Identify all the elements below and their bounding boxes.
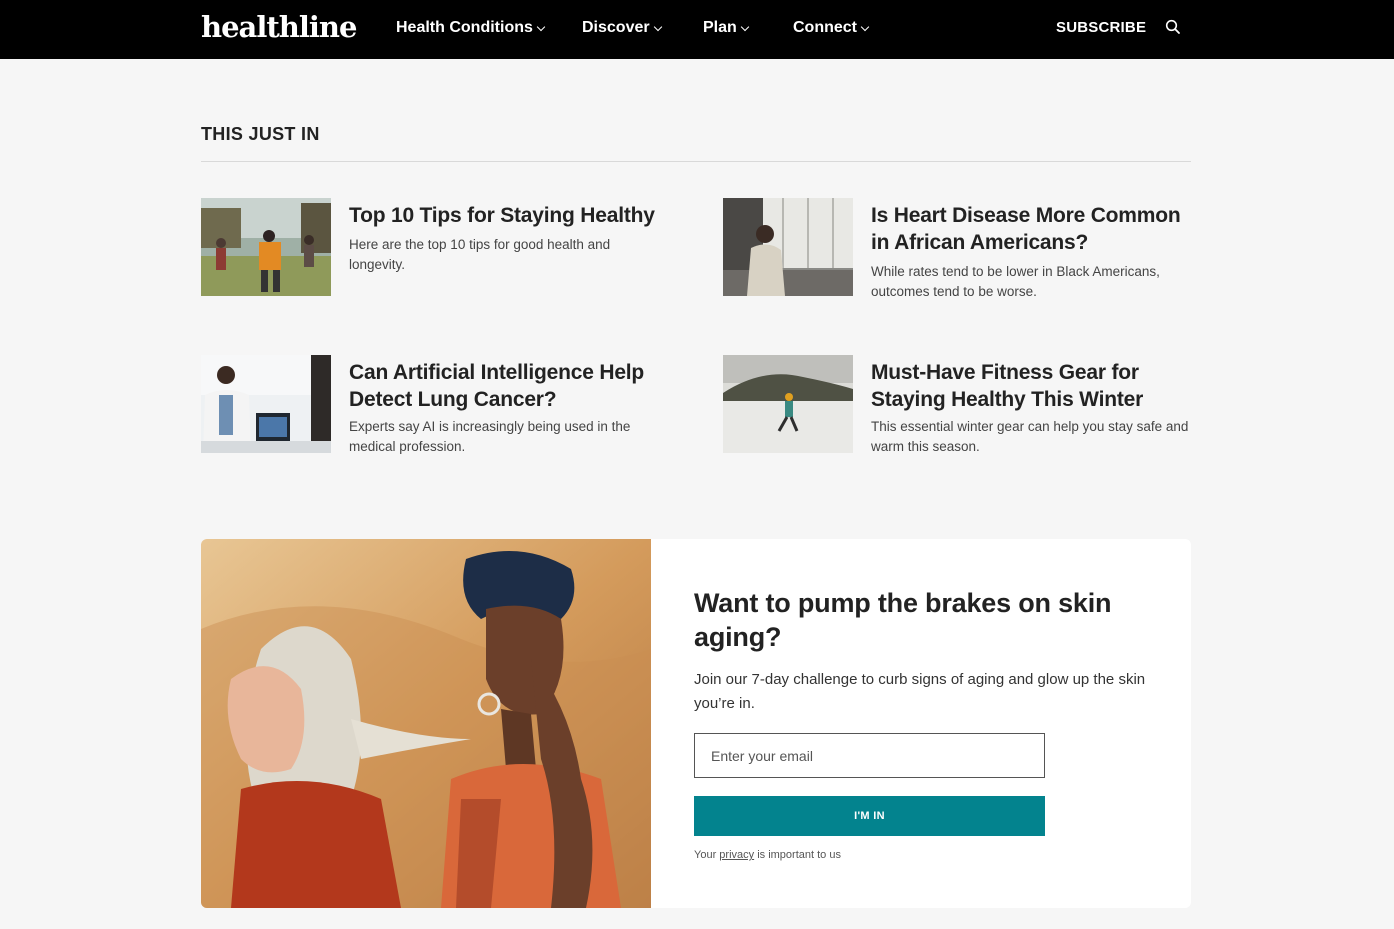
article-card[interactable]: Must-Have Fitness Gear for Staying Healt… bbox=[723, 355, 1193, 455]
nav-label: Discover bbox=[582, 19, 650, 36]
nav-connect[interactable]: Connect bbox=[793, 19, 870, 37]
subscribe-button[interactable]: SUBSCRIBE bbox=[1056, 19, 1146, 36]
promo-title: Want to pump the brakes on skin aging? bbox=[694, 588, 1112, 652]
article-thumbnail[interactable] bbox=[201, 198, 331, 296]
privacy-suffix: is important to us bbox=[757, 849, 841, 861]
article-title[interactable]: Must-Have Fitness Gear for Staying Healt… bbox=[871, 359, 1191, 413]
nav-discover[interactable]: Discover bbox=[582, 19, 662, 37]
chevron-down-icon bbox=[740, 22, 750, 31]
nav-label: Health Conditions bbox=[396, 19, 533, 36]
nav-label: Plan bbox=[703, 19, 737, 36]
article-card[interactable]: Is Heart Disease More Common in African … bbox=[723, 198, 1193, 299]
chevron-down-icon bbox=[653, 22, 662, 31]
top-navigation-bar: healthline Health Conditions Discover Pl… bbox=[0, 0, 1394, 59]
article-description: Experts say AI is increasingly being use… bbox=[349, 419, 631, 454]
nav-plan[interactable]: Plan bbox=[703, 19, 750, 37]
submit-button[interactable]: I'M IN bbox=[694, 796, 1045, 836]
article-title[interactable]: Top 10 Tips for Staying Healthy bbox=[349, 202, 669, 229]
article-title[interactable]: Can Artificial Intelligence Help Detect … bbox=[349, 359, 669, 413]
article-description: This essential winter gear can help you … bbox=[871, 419, 1189, 454]
healthline-logo[interactable]: healthline bbox=[201, 10, 357, 44]
article-title[interactable]: Is Heart Disease More Common in African … bbox=[871, 202, 1191, 256]
article-thumbnail[interactable] bbox=[723, 198, 853, 296]
promo-description: Join our 7-day challenge to curb signs o… bbox=[694, 671, 1146, 712]
article-description: Here are the top 10 tips for good health… bbox=[349, 237, 611, 272]
article-card[interactable]: Top 10 Tips for Staying Healthy Here are… bbox=[201, 198, 671, 298]
newsletter-promo: Want to pump the brakes on skin aging? J… bbox=[201, 539, 1191, 908]
search-icon[interactable] bbox=[1165, 19, 1181, 35]
chevron-down-icon bbox=[536, 22, 546, 31]
privacy-prefix: Your bbox=[694, 849, 717, 861]
privacy-link[interactable]: privacy bbox=[719, 849, 754, 861]
nav-health-conditions[interactable]: Health Conditions bbox=[396, 19, 546, 37]
email-field[interactable] bbox=[694, 733, 1045, 778]
article-description: While rates tend to be lower in Black Am… bbox=[871, 264, 1160, 299]
section-title: THIS JUST IN bbox=[201, 124, 320, 144]
section-divider bbox=[201, 161, 1191, 162]
nav-label: Connect bbox=[793, 19, 857, 36]
article-thumbnail[interactable] bbox=[201, 355, 331, 453]
privacy-note: Your privacy is important to us bbox=[694, 849, 841, 861]
article-card[interactable]: Can Artificial Intelligence Help Detect … bbox=[201, 355, 671, 455]
chevron-down-icon bbox=[860, 22, 870, 31]
promo-image bbox=[201, 539, 651, 908]
article-thumbnail[interactable] bbox=[723, 355, 853, 453]
